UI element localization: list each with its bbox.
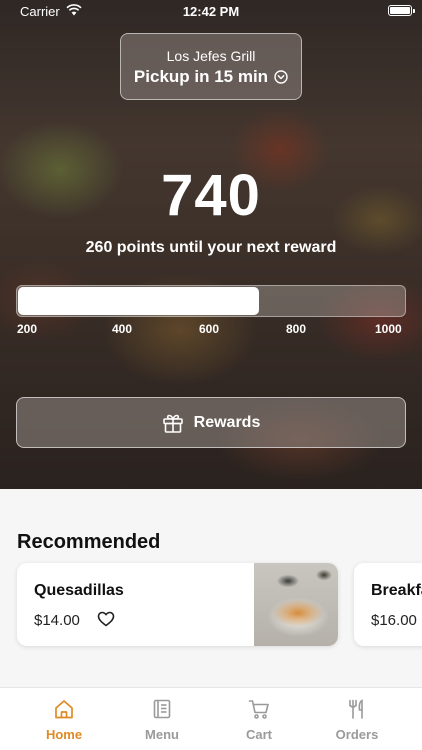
tab-menu[interactable]: Menu [112, 688, 212, 750]
rewards-button-label: Rewards [193, 413, 261, 431]
tick-label: 600 [199, 322, 220, 336]
quesadillas-image [254, 563, 338, 646]
points-message: 260 points until your next reward [85, 239, 337, 256]
gift-icon [162, 414, 183, 433]
tick-label: 400 [112, 322, 133, 336]
tab-home[interactable]: Home [14, 688, 114, 750]
heart-icon[interactable] [97, 610, 115, 628]
location-pickup-button[interactable]: Los Jefes Grill Pickup in 15 min [120, 33, 302, 100]
tab-label: Menu [145, 727, 179, 742]
recommended-item-card[interactable]: Breakfast $16.00 [354, 563, 422, 646]
tick-label: 800 [286, 322, 307, 336]
hero-banner: Carrier 12:42 PM Los Jefes Grill Pickup … [0, 0, 422, 489]
cart-icon [248, 700, 269, 719]
home-icon [55, 700, 73, 719]
tab-label: Cart [245, 727, 272, 742]
reward-progress-bar [16, 285, 406, 317]
tab-label: Home [45, 727, 83, 742]
rewards-button[interactable]: Rewards [16, 397, 406, 448]
item-name: Breakfast [371, 582, 422, 599]
status-bar: Carrier 12:42 PM [0, 0, 422, 24]
clock: 12:42 PM [182, 4, 240, 19]
tab-orders[interactable]: Orders [307, 688, 407, 750]
restaurant-name: Los Jefes Grill [166, 48, 256, 64]
reward-progress-fill [18, 287, 259, 315]
recommended-title: Recommended [17, 531, 161, 553]
item-price: $16.00 [371, 612, 417, 629]
chevron-down-icon [274, 70, 288, 84]
item-price: $14.00 [34, 612, 80, 629]
tab-cart[interactable]: Cart [209, 688, 309, 750]
item-name: Quesadillas [34, 582, 124, 599]
tab-label: Orders [335, 727, 379, 742]
tick-label: 200 [17, 322, 38, 336]
menu-icon [153, 699, 171, 719]
recommended-item-card[interactable]: Quesadillas $14.00 [17, 563, 338, 646]
points-value: 740 [161, 163, 261, 228]
pickup-time: Pickup in 15 min [133, 67, 269, 86]
tab-bar: Home Menu Cart Orders [0, 687, 422, 750]
battery-icon [388, 5, 415, 16]
tick-label: 1000 [375, 322, 402, 336]
orders-icon [349, 699, 363, 719]
